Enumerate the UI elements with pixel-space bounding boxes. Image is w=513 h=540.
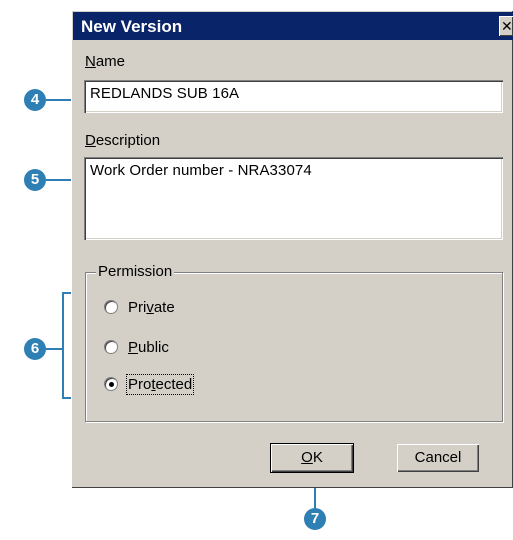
permission-group: Permission Private Public Protected [85,263,503,422]
radio-private-button[interactable] [104,300,118,314]
permission-label: Permission [96,263,175,280]
name-field[interactable]: REDLANDS SUB 16A [84,80,503,113]
new-version-dialog: New Version ✕ Name REDLANDS SUB 16A Desc… [71,10,513,488]
name-label: Name [85,53,126,70]
radio-public-button[interactable] [104,340,118,354]
radio-private-label: Private [128,298,175,316]
radio-private[interactable]: Private [104,297,175,317]
radio-protected[interactable]: Protected [104,373,195,395]
callout-6-bracket [62,292,64,399]
callout-6-leader [46,348,63,350]
description-field[interactable]: Work Order number - NRA33074 [84,157,503,240]
radio-public[interactable]: Public [104,337,169,357]
description-label: Description [85,132,161,149]
radio-protected-button[interactable] [104,377,118,391]
radio-public-label: Public [128,338,169,356]
callout-4: 4 [24,89,46,111]
callout-5: 5 [24,169,46,191]
radio-protected-label: Protected [125,373,195,395]
close-icon[interactable]: ✕ [499,16,513,36]
ok-button[interactable]: OK [270,443,354,473]
cancel-button[interactable]: Cancel [397,444,479,472]
title-bar: New Version ✕ [73,12,513,40]
callout-7: 7 [304,508,326,530]
dialog-title: New Version [81,17,183,36]
callout-6: 6 [24,338,46,360]
